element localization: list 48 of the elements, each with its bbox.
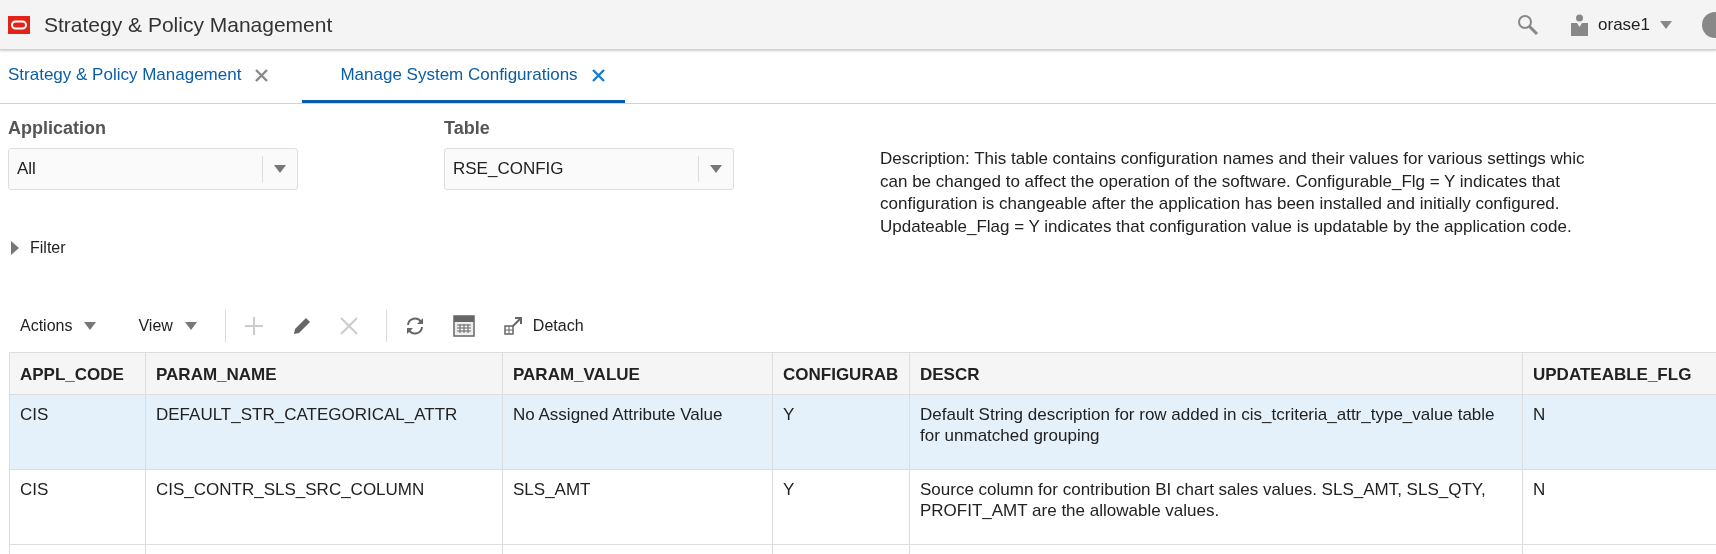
table-cell-text: Y xyxy=(783,404,796,425)
tab[interactable]: Manage System Configurations xyxy=(302,50,625,103)
menu-button[interactable]: Actions xyxy=(20,317,97,335)
table-description: Description: This table contains configuration names and their values for various settings whic can be changed to affect the operation of the software. Configurable_Flg = Y indicates that configuration is changeable after the application has been installed and initially configured. Updateable_Flag = Y indicates that configuration value is updatable by the application code. xyxy=(880,148,1585,234)
user-menu[interactable]: orase1 xyxy=(1571,13,1672,36)
detach-button[interactable]: Detach xyxy=(502,316,584,336)
filter-toggle[interactable]: Filter xyxy=(0,234,66,262)
table-cell-text: SLS_AMT xyxy=(513,479,592,500)
table-row[interactable]: CIS DEFAULT_STR_CATEGORICAL_ATTR No Assigned Attribute Value Y Default String description for row added in cis_tcriteria_attr_type_value table for unmatched grouping N xyxy=(10,395,1716,470)
detach-icon xyxy=(502,316,523,336)
column-header[interactable]: APPL_CODE xyxy=(10,353,146,394)
pencil-icon[interactable] xyxy=(291,316,312,336)
close-icon[interactable] xyxy=(591,68,605,82)
table-cell-text: Y xyxy=(783,479,796,500)
caret-icon[interactable] xyxy=(274,165,286,173)
table-cell-text: N xyxy=(1533,479,1547,500)
table-cell-text: CIS_CONTR_SLS_SRC_COLUMN xyxy=(156,479,426,500)
caret-icon[interactable] xyxy=(710,165,722,173)
menu-button[interactable]: View xyxy=(138,317,197,335)
tab[interactable]: Strategy & Policy Management xyxy=(0,50,277,103)
table-cell-text: N xyxy=(1533,404,1547,425)
select-field[interactable]: RSE_CONFIG xyxy=(444,148,734,190)
column-header[interactable]: PARAM_NAME xyxy=(146,353,503,394)
logo-icon xyxy=(8,15,30,34)
select-field[interactable]: All xyxy=(8,148,298,190)
field-label: Application xyxy=(8,118,106,139)
table-cell-text: Default String description for row added in cis_tcriteria_attr_type_value table for unmatched grouping xyxy=(920,404,1496,446)
user-icon xyxy=(1571,13,1588,36)
column-header[interactable]: PARAM_VALUE xyxy=(503,353,773,394)
caret-icon xyxy=(1660,20,1672,29)
caret-icon xyxy=(84,322,97,330)
app-title: Strategy & Policy Management xyxy=(44,12,333,37)
triangle-icon xyxy=(10,241,20,255)
table-cell-text: No Assigned Attribute Value xyxy=(513,404,724,425)
search-icon[interactable] xyxy=(1517,13,1539,36)
refresh-icon[interactable] xyxy=(404,317,425,335)
caret-icon xyxy=(184,322,197,330)
column-header[interactable]: UPDATEABLE_FLG xyxy=(1523,353,1716,394)
table-cell-text: CIS xyxy=(20,479,50,500)
table-row[interactable]: CIS CIS_CONTR_SLS_SRC_COLUMN SLS_AMT Y Source column for contribution BI chart sales values. SLS_AMT, SLS_QTY, PROFIT_AMT are the allowable values. N xyxy=(10,470,1716,545)
close-icon[interactable] xyxy=(255,68,269,82)
column-header[interactable]: DESCR xyxy=(910,353,1523,394)
column-header[interactable]: CONFIGURAB xyxy=(773,353,910,394)
table-cell-text: Source column for contribution BI chart sales values. SLS_AMT, SLS_QTY, PROFIT_AMT are the allowable values. xyxy=(920,479,1487,521)
spreadsheet-icon[interactable] xyxy=(452,315,475,337)
table-cell-text: CIS xyxy=(20,404,50,425)
table-cell-text: DEFAULT_STR_CATEGORICAL_ATTR xyxy=(156,404,459,425)
field-label: Table xyxy=(444,118,490,139)
